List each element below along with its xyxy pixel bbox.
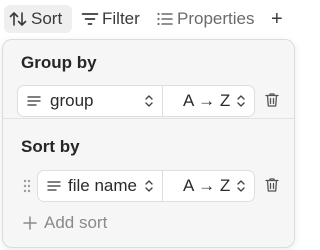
sort-label: Sort [31, 9, 63, 28]
add-view-button[interactable]: + [271, 5, 295, 33]
sort-direction-value: A → Z [183, 176, 231, 195]
group-by-title: Group by [21, 53, 97, 72]
sort-direction-select[interactable]: A → Z [163, 170, 255, 202]
view-toolbar: Sort Filter Properties + [0, 0, 297, 38]
sort-field-select[interactable]: file name [37, 170, 163, 202]
chevron-up-down-icon [237, 95, 245, 107]
plus-label: + [271, 7, 283, 30]
filter-button[interactable]: Filter [78, 5, 144, 33]
filter-icon [81, 13, 99, 25]
properties-list-icon [157, 12, 173, 26]
sort-by-title: Sort by [21, 137, 80, 156]
trash-icon[interactable] [265, 92, 279, 108]
group-field-select[interactable]: group [17, 85, 163, 117]
properties-button[interactable]: Properties [156, 5, 264, 33]
sort-button[interactable]: Sort [4, 5, 72, 33]
group-direction-select[interactable]: A → Z [163, 85, 255, 117]
group-direction-value: A → Z [183, 91, 231, 110]
sort-field-value: file name [68, 176, 137, 195]
drag-handle-icon[interactable] [22, 178, 32, 194]
text-property-icon [27, 96, 41, 106]
chevron-up-down-icon [145, 95, 153, 107]
add-sort-button[interactable]: Add sort [23, 213, 107, 233]
chevron-up-down-icon [237, 180, 245, 192]
add-sort-label: Add sort [44, 213, 108, 232]
sort-by-row: file name A → Z [37, 170, 255, 202]
chevron-up-down-icon [145, 180, 153, 192]
section-divider [3, 118, 294, 119]
group-field-value: group [50, 91, 94, 110]
filter-label: Filter [102, 9, 140, 28]
sort-arrows-icon [9, 12, 27, 26]
sort-group-popover: Group by group A → Z Sort by file name A… [2, 39, 295, 248]
text-property-icon [47, 181, 61, 191]
plus-icon [23, 216, 37, 230]
properties-label: Properties [177, 9, 255, 28]
group-by-row: group A → Z [17, 85, 255, 117]
trash-icon[interactable] [265, 177, 279, 193]
